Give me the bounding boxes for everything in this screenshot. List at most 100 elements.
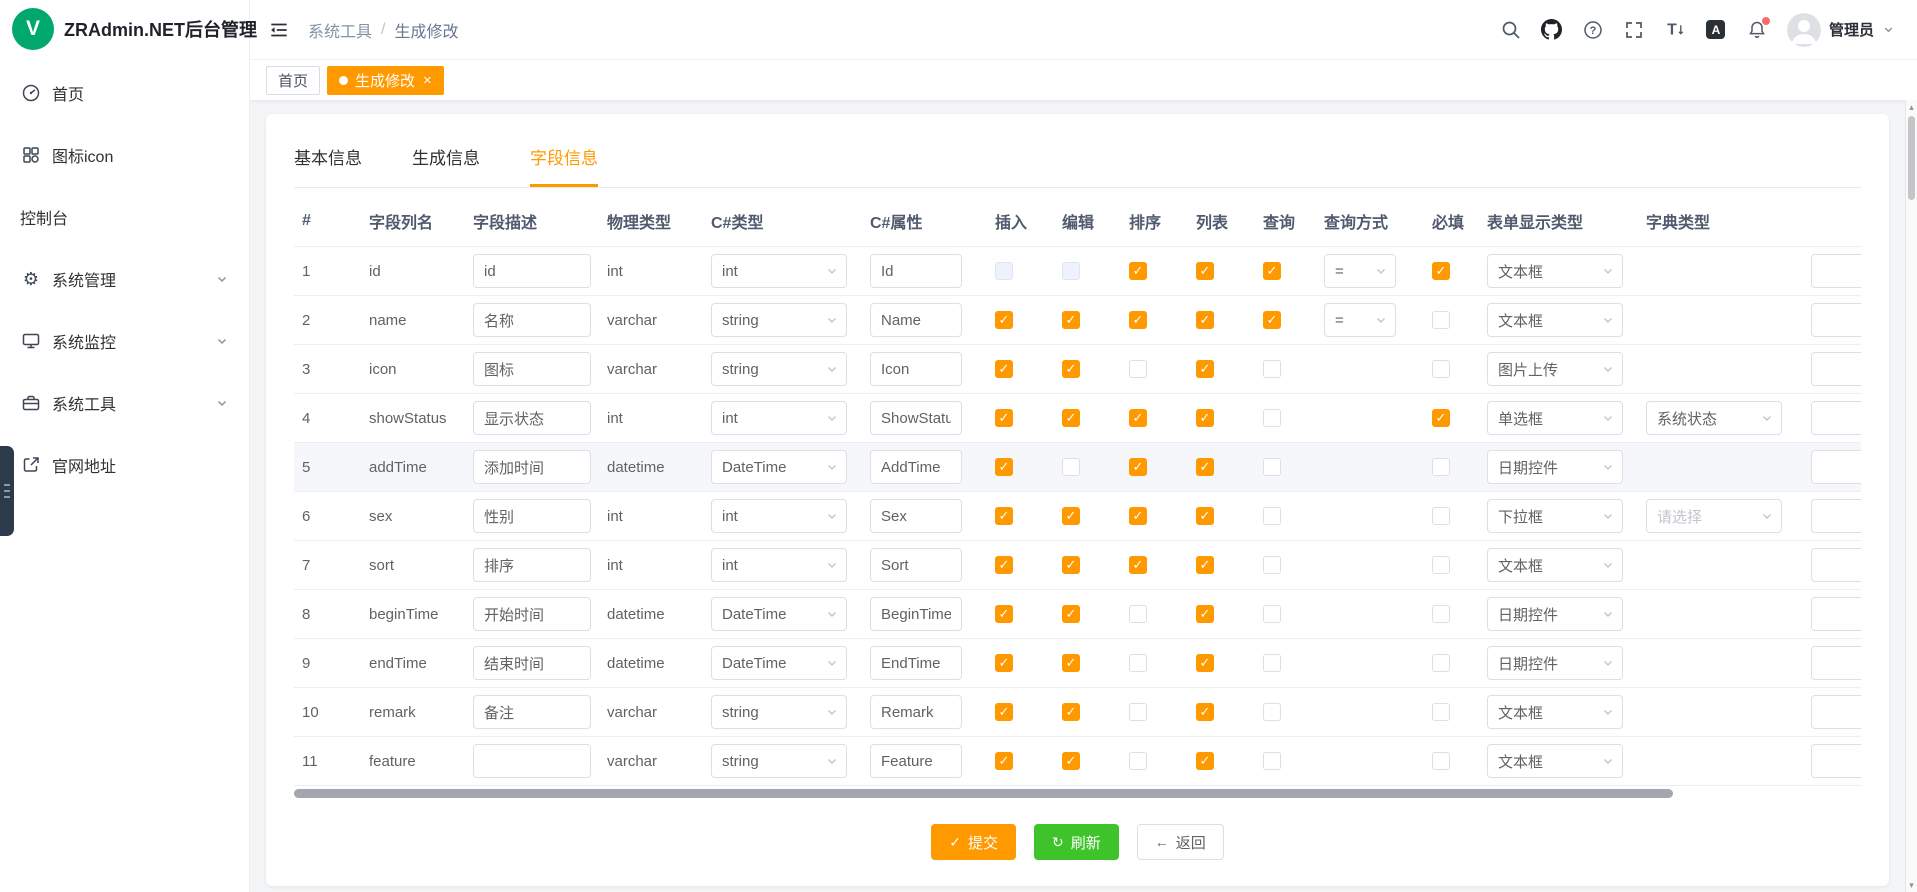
font-size-icon[interactable]: T: [1664, 19, 1686, 41]
scroll-down-arrow[interactable]: ▾: [1906, 878, 1917, 892]
sidebar-item-console[interactable]: 控制台: [0, 186, 249, 248]
required-checkbox[interactable]: [1432, 605, 1450, 623]
insert-checkbox[interactable]: ✓: [995, 654, 1013, 672]
extra-input[interactable]: [1811, 450, 1861, 484]
dict-type-select[interactable]: 请选择: [1646, 499, 1782, 533]
back-button[interactable]: ← 返回: [1137, 824, 1224, 860]
column-desc-input[interactable]: [473, 254, 591, 288]
display-type-select[interactable]: 图片上传: [1487, 352, 1623, 386]
sidebar-item-system-admin[interactable]: ⚙ 系统管理: [0, 248, 249, 310]
query-checkbox[interactable]: [1263, 752, 1281, 770]
query-type-select[interactable]: =: [1324, 254, 1396, 288]
sidebar-item-system-monitor[interactable]: 系统监控: [0, 310, 249, 372]
sort-checkbox[interactable]: [1129, 703, 1147, 721]
cs-property-input[interactable]: [870, 695, 962, 729]
insert-checkbox[interactable]: ✓: [995, 556, 1013, 574]
display-type-select[interactable]: 文本框: [1487, 254, 1623, 288]
user-menu[interactable]: 管理员: [1787, 13, 1895, 47]
edit-checkbox[interactable]: ✓: [1062, 703, 1080, 721]
column-desc-input[interactable]: [473, 646, 591, 680]
cs-property-input[interactable]: [870, 548, 962, 582]
tag-home[interactable]: 首页: [266, 66, 320, 95]
edit-checkbox[interactable]: ✓: [1062, 654, 1080, 672]
edit-checkbox[interactable]: ✓: [1062, 311, 1080, 329]
insert-checkbox[interactable]: ✓: [995, 311, 1013, 329]
required-checkbox[interactable]: [1432, 311, 1450, 329]
query-type-select[interactable]: =: [1324, 303, 1396, 337]
collapse-sidebar-icon[interactable]: [268, 19, 290, 41]
sort-checkbox[interactable]: [1129, 605, 1147, 623]
display-type-select[interactable]: 文本框: [1487, 548, 1623, 582]
list-checkbox[interactable]: ✓: [1196, 360, 1214, 378]
required-checkbox[interactable]: [1432, 654, 1450, 672]
list-checkbox[interactable]: ✓: [1196, 605, 1214, 623]
query-checkbox[interactable]: ✓: [1263, 311, 1281, 329]
required-checkbox[interactable]: [1432, 752, 1450, 770]
insert-checkbox[interactable]: ✓: [995, 752, 1013, 770]
close-tab-icon[interactable]: ×: [423, 73, 432, 88]
tag-gen-edit[interactable]: 生成修改 ×: [327, 66, 444, 95]
sort-checkbox[interactable]: ✓: [1129, 556, 1147, 574]
sidebar-item-home[interactable]: 首页: [0, 62, 249, 124]
query-checkbox[interactable]: [1263, 703, 1281, 721]
required-checkbox[interactable]: [1432, 360, 1450, 378]
insert-checkbox[interactable]: ✓: [995, 458, 1013, 476]
cs-property-input[interactable]: [870, 303, 962, 337]
sort-checkbox[interactable]: ✓: [1129, 409, 1147, 427]
cs-type-select[interactable]: DateTime: [711, 450, 847, 484]
column-desc-input[interactable]: [473, 695, 591, 729]
required-checkbox[interactable]: ✓: [1432, 262, 1450, 280]
cs-type-select[interactable]: string: [711, 744, 847, 778]
column-desc-input[interactable]: [473, 499, 591, 533]
insert-checkbox[interactable]: ✓: [995, 409, 1013, 427]
cs-type-select[interactable]: int: [711, 499, 847, 533]
extra-input[interactable]: [1811, 254, 1861, 288]
horizontal-scrollbar-thumb[interactable]: [294, 789, 1673, 798]
sort-checkbox[interactable]: [1129, 654, 1147, 672]
cs-type-select[interactable]: int: [711, 548, 847, 582]
insert-checkbox[interactable]: ✓: [995, 605, 1013, 623]
extra-input[interactable]: [1811, 695, 1861, 729]
query-checkbox[interactable]: [1263, 605, 1281, 623]
edit-checkbox[interactable]: ✓: [1062, 507, 1080, 525]
extra-input[interactable]: [1811, 744, 1861, 778]
required-checkbox[interactable]: [1432, 507, 1450, 525]
edit-checkbox[interactable]: [1062, 458, 1080, 476]
list-checkbox[interactable]: ✓: [1196, 752, 1214, 770]
cs-type-select[interactable]: DateTime: [711, 597, 847, 631]
edit-checkbox[interactable]: ✓: [1062, 360, 1080, 378]
list-checkbox[interactable]: ✓: [1196, 458, 1214, 476]
cs-type-select[interactable]: string: [711, 352, 847, 386]
edit-checkbox[interactable]: ✓: [1062, 556, 1080, 574]
column-desc-input[interactable]: [473, 597, 591, 631]
query-checkbox[interactable]: [1263, 409, 1281, 427]
display-type-select[interactable]: 文本框: [1487, 744, 1623, 778]
edit-checkbox[interactable]: ✓: [1062, 605, 1080, 623]
display-type-select[interactable]: 文本框: [1487, 303, 1623, 337]
extra-input[interactable]: [1811, 352, 1861, 386]
fullscreen-icon[interactable]: [1623, 19, 1645, 41]
sort-checkbox[interactable]: ✓: [1129, 458, 1147, 476]
help-icon[interactable]: ?: [1582, 19, 1604, 41]
vertical-scrollbar[interactable]: ▴ ▾: [1905, 100, 1917, 892]
query-checkbox[interactable]: ✓: [1263, 262, 1281, 280]
sort-checkbox[interactable]: [1129, 360, 1147, 378]
horizontal-scrollbar[interactable]: [294, 789, 1861, 798]
cs-property-input[interactable]: [870, 254, 962, 288]
insert-checkbox[interactable]: ✓: [995, 703, 1013, 721]
query-checkbox[interactable]: [1263, 458, 1281, 476]
extra-input[interactable]: [1811, 303, 1861, 337]
display-type-select[interactable]: 日期控件: [1487, 646, 1623, 680]
column-desc-input[interactable]: [473, 548, 591, 582]
extra-input[interactable]: [1811, 646, 1861, 680]
list-checkbox[interactable]: ✓: [1196, 311, 1214, 329]
list-checkbox[interactable]: ✓: [1196, 262, 1214, 280]
column-desc-input[interactable]: [473, 401, 591, 435]
cs-type-select[interactable]: string: [711, 695, 847, 729]
insert-checkbox[interactable]: ✓: [995, 507, 1013, 525]
cs-property-input[interactable]: [870, 744, 962, 778]
breadcrumb-item[interactable]: 系统工具: [308, 18, 372, 42]
tab-gen-info[interactable]: 生成信息: [412, 140, 480, 187]
cs-type-select[interactable]: string: [711, 303, 847, 337]
vertical-scrollbar-thumb[interactable]: [1908, 116, 1915, 200]
